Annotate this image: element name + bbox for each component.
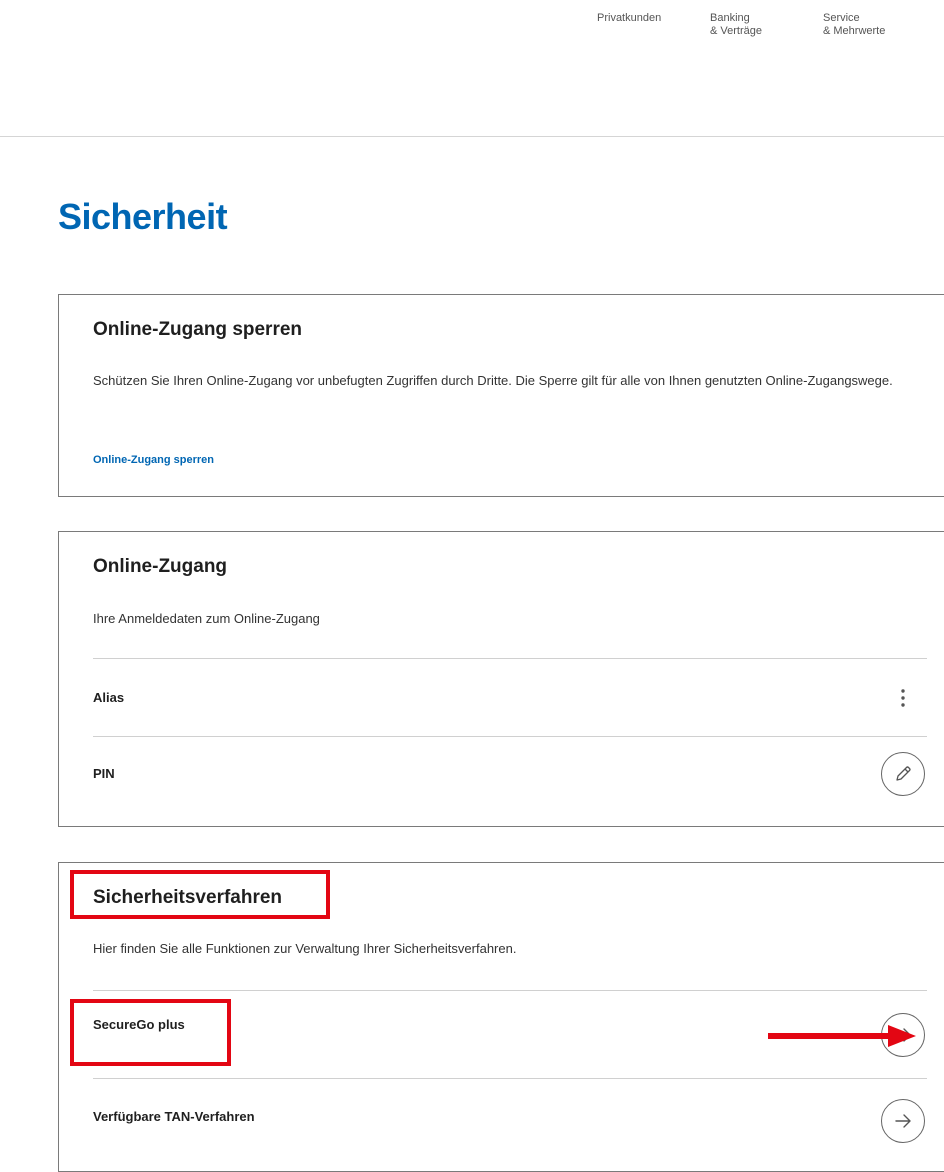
row-divider: [93, 990, 927, 991]
tan-procedures-open-button[interactable]: [881, 1099, 925, 1143]
card-description: Schützen Sie Ihren Online-Zugang vor unb…: [93, 373, 893, 388]
card-title: Online-Zugang sperren: [93, 319, 303, 340]
annotation-highlight-title: [70, 870, 330, 919]
arrow-right-icon: [895, 1114, 911, 1128]
tan-procedures-label: Verfügbare TAN-Verfahren: [93, 1109, 255, 1124]
pin-label: PIN: [93, 766, 115, 781]
pencil-icon: [896, 766, 911, 781]
card-lock-access: Online-Zugang sperren Schützen Sie Ihren…: [58, 294, 944, 497]
page-title: Sicherheit: [58, 196, 228, 237]
nav-item-privatkunden[interactable]: Privatkunden: [597, 12, 661, 25]
row-divider: [93, 1078, 927, 1079]
lock-access-link[interactable]: Online-Zugang sperren: [93, 454, 214, 466]
edit-pin-button[interactable]: [881, 752, 925, 796]
alias-label: Alias: [93, 690, 125, 705]
kebab-menu-icon[interactable]: [893, 686, 913, 710]
nav-item-service-mehrwerte[interactable]: Service & Mehrwerte: [823, 12, 885, 38]
card-description: Hier finden Sie alle Funktionen zur Verw…: [93, 941, 517, 956]
annotation-arrow-icon: [768, 1025, 916, 1047]
card-online-access: Online-Zugang Ihre Anmeldedaten zum Onli…: [58, 531, 944, 827]
card-description: Ihre Anmeldedaten zum Online-Zugang: [93, 611, 320, 626]
annotation-highlight-securego: [70, 999, 231, 1066]
row-divider: [93, 736, 927, 737]
top-navigation: Privatkunden Banking & Verträge Service …: [0, 12, 944, 52]
row-divider: [93, 658, 927, 659]
header-divider: [0, 136, 944, 137]
nav-item-banking-vertraege[interactable]: Banking & Verträge: [710, 12, 762, 38]
card-title: Online-Zugang: [93, 556, 228, 577]
